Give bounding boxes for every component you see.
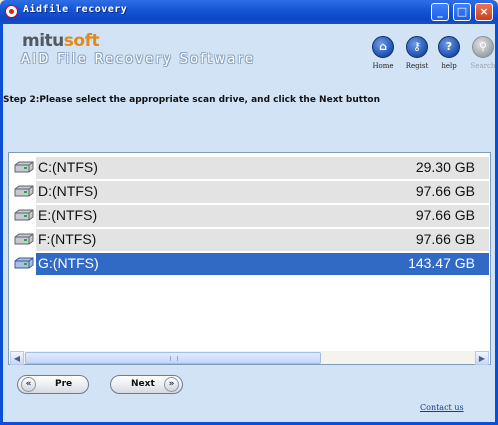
drive-size: 97.66 GB	[415, 207, 475, 223]
grip-icon	[170, 356, 178, 361]
step-instruction: Step 2:Please select the appropriate sca…	[3, 95, 380, 105]
drive-row-f[interactable]: F:(NTFS) 97.66 GB	[10, 227, 489, 251]
regist-button[interactable]: ⚷ Regist	[404, 36, 430, 70]
drive-size: 29.30 GB	[415, 159, 475, 175]
hard-drive-icon	[14, 161, 34, 173]
question-icon: ?	[438, 36, 460, 58]
title-bar: Aidfile recovery _ □ ×	[0, 0, 498, 24]
home-label: Home	[372, 62, 394, 70]
help-button[interactable]: ? help	[436, 36, 462, 70]
minimize-button[interactable]: _	[431, 3, 449, 21]
home-icon: ⌂	[372, 36, 394, 58]
hard-drive-icon	[14, 209, 34, 221]
drive-name: E:(NTFS)	[38, 207, 98, 223]
app-icon	[5, 5, 18, 18]
hard-drive-icon	[14, 185, 34, 197]
next-button[interactable]: Next »	[110, 375, 183, 394]
pre-button[interactable]: « Pre	[17, 375, 89, 394]
search-label: Search	[470, 62, 496, 70]
double-chevron-left-icon: «	[21, 377, 36, 392]
horizontal-scrollbar[interactable]: ◀ ▶	[10, 350, 489, 365]
window-title: Aidfile recovery	[23, 4, 128, 15]
next-label: Next	[131, 379, 155, 389]
close-button[interactable]: ×	[475, 3, 493, 21]
drive-row-e[interactable]: E:(NTFS) 97.66 GB	[10, 203, 489, 227]
key-icon: ⚷	[406, 36, 428, 58]
search-button[interactable]: ⚲ Search	[470, 36, 496, 70]
drive-name: F:(NTFS)	[38, 231, 97, 247]
hard-drive-icon	[14, 233, 34, 245]
maximize-button[interactable]: □	[453, 3, 471, 21]
logo-accent-text: soft	[63, 31, 100, 51]
contact-us-link[interactable]: Contact us	[420, 403, 464, 412]
drive-size: 97.66 GB	[415, 231, 475, 247]
scrollbar-thumb[interactable]	[25, 352, 321, 364]
drive-name: G:(NTFS)	[38, 255, 99, 271]
drive-name: C:(NTFS)	[38, 159, 98, 175]
drive-list[interactable]: C:(NTFS) 29.30 GB D:(NTFS) 97.66 GB E:(N…	[8, 152, 491, 365]
mitusoft-logo: mitusoft	[22, 31, 100, 51]
help-label: help	[441, 62, 457, 70]
double-chevron-right-icon: »	[164, 377, 179, 392]
logo-main-text: mitu	[22, 31, 64, 51]
drive-name: D:(NTFS)	[38, 183, 98, 199]
scroll-left-icon[interactable]: ◀	[10, 351, 24, 365]
home-button[interactable]: ⌂ Home	[370, 36, 396, 70]
hard-drive-icon	[14, 257, 34, 269]
pre-label: Pre	[55, 379, 73, 389]
scroll-right-icon[interactable]: ▶	[475, 351, 489, 365]
product-name: AID File Recovery Software	[21, 52, 256, 67]
drive-row-c[interactable]: C:(NTFS) 29.30 GB	[10, 155, 489, 179]
drive-size: 143.47 GB	[408, 255, 475, 271]
drive-row-d[interactable]: D:(NTFS) 97.66 GB	[10, 179, 489, 203]
magnifier-icon: ⚲	[472, 36, 494, 58]
drive-size: 97.66 GB	[415, 183, 475, 199]
drive-row-g[interactable]: G:(NTFS) 143.47 GB	[10, 251, 489, 275]
